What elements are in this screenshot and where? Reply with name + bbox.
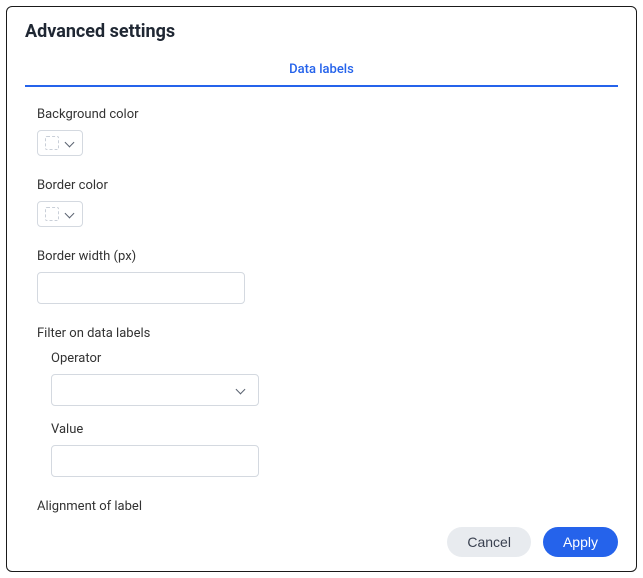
- background-color-swatch: [45, 136, 59, 150]
- border-color-picker[interactable]: [37, 201, 83, 227]
- operator-select[interactable]: [51, 374, 259, 406]
- tab-bar: Data labels: [25, 58, 618, 87]
- field-filter-section: Filter on data labels Operator Value: [37, 326, 606, 477]
- dialog-content: Background color Border color Border wid…: [7, 87, 636, 515]
- field-alignment: Alignment of label center: [37, 499, 606, 515]
- operator-label: Operator: [51, 351, 606, 366]
- cancel-button[interactable]: Cancel: [447, 527, 531, 557]
- field-filter-value: Value: [51, 422, 606, 477]
- border-color-label: Border color: [37, 178, 606, 193]
- filter-value-label: Value: [51, 422, 606, 437]
- field-border-color: Border color: [37, 178, 606, 227]
- border-width-label: Border width (px): [37, 249, 606, 264]
- dialog-title: Advanced settings: [7, 7, 636, 52]
- chevron-down-icon: [236, 385, 246, 395]
- filter-value-input[interactable]: [51, 445, 259, 477]
- field-border-width: Border width (px): [37, 249, 606, 304]
- chevron-down-icon: [65, 138, 75, 148]
- dialog-footer: Cancel Apply: [7, 515, 636, 571]
- apply-button[interactable]: Apply: [543, 527, 618, 557]
- tab-data-labels[interactable]: Data labels: [289, 62, 354, 77]
- border-color-swatch: [45, 207, 59, 221]
- background-color-label: Background color: [37, 107, 606, 122]
- chevron-down-icon: [65, 209, 75, 219]
- background-color-picker[interactable]: [37, 130, 83, 156]
- filter-section-label: Filter on data labels: [37, 326, 606, 341]
- field-operator: Operator: [51, 351, 606, 406]
- advanced-settings-dialog: Advanced settings Data labels Background…: [6, 6, 637, 572]
- alignment-label: Alignment of label: [37, 499, 606, 514]
- border-width-input[interactable]: [37, 272, 245, 304]
- field-background-color: Background color: [37, 107, 606, 156]
